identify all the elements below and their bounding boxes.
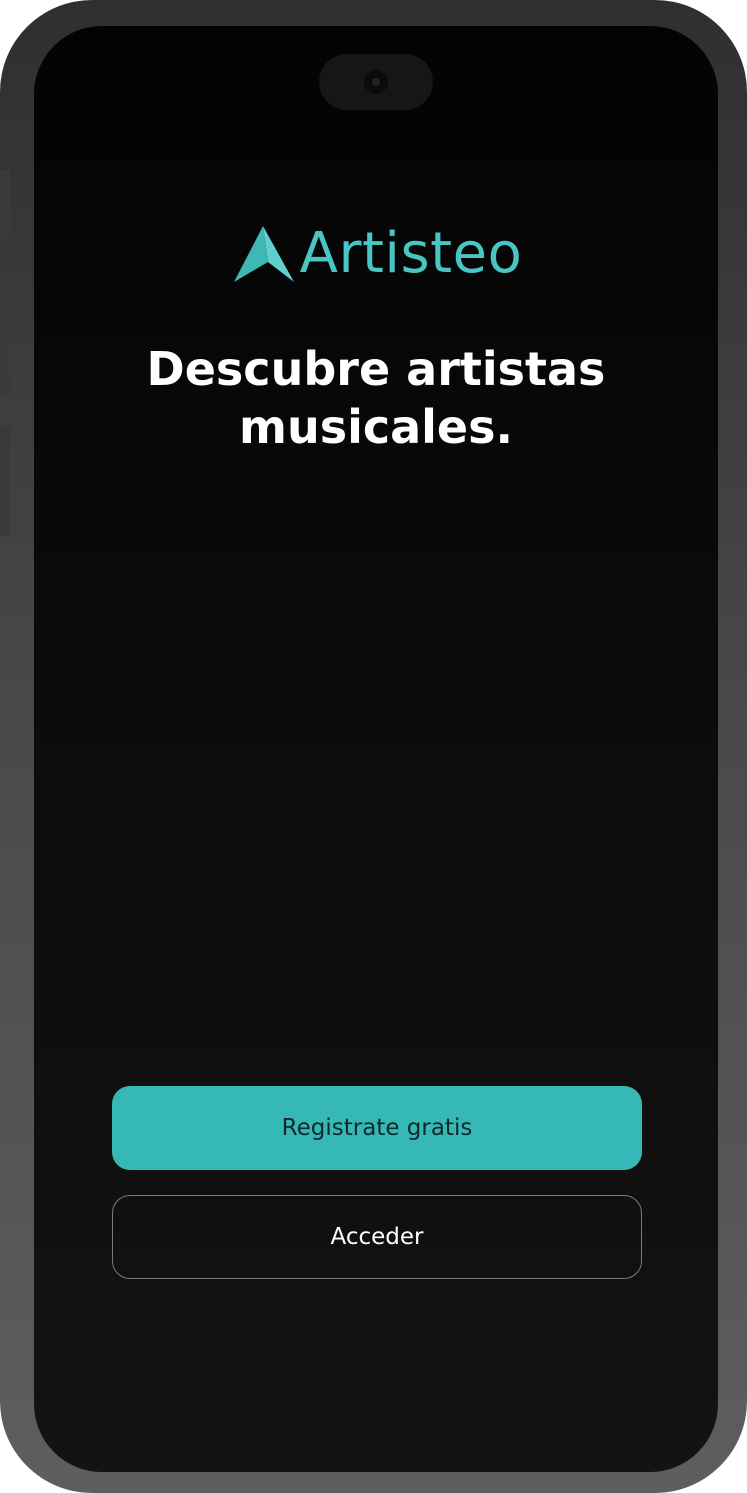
- brand-name: Artisteo: [299, 221, 523, 286]
- brand-header: Artisteo: [34, 222, 718, 286]
- camera-notch: [319, 54, 433, 110]
- side-button: [0, 320, 10, 396]
- phone-screen: Artisteo Descubre artistas musicales. Re…: [34, 26, 718, 1472]
- side-button: [0, 426, 10, 536]
- front-camera-icon: [364, 70, 388, 94]
- paper-plane-arrow-icon: [233, 226, 294, 282]
- register-button[interactable]: Registrate gratis: [112, 1086, 642, 1170]
- login-button[interactable]: Acceder: [112, 1195, 642, 1279]
- phone-frame: Artisteo Descubre artistas musicales. Re…: [0, 0, 747, 1493]
- page-title: Descubre artistas musicales.: [146, 342, 606, 454]
- side-button: [0, 170, 10, 242]
